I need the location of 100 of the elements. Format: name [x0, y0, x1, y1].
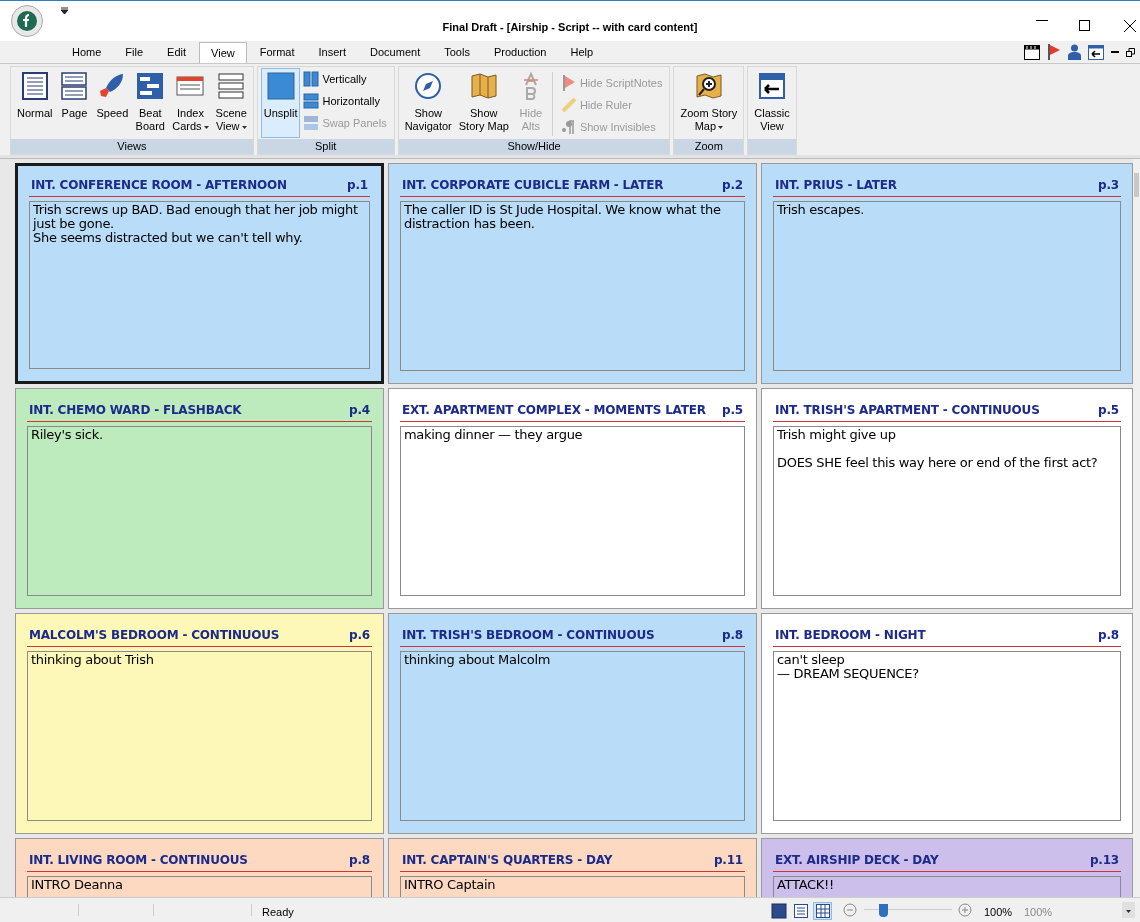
- grid-icon: [814, 903, 831, 919]
- menu-tab[interactable]: View: [199, 42, 247, 63]
- zoom-percent: 100%: [984, 905, 1013, 920]
- page-number: p.4: [349, 402, 370, 419]
- compass-icon: [413, 71, 444, 101]
- zoom-slider[interactable]: [864, 904, 952, 916]
- index-card[interactable]: INT. TRISH'S BEDROOM - CONTINUOUS p.8 thinking about Malcolm: [388, 613, 757, 834]
- index-card[interactable]: INT. CONFERENCE ROOM - AFTERNOON p.1 Trish screws up BAD. Bad enough that her job might just be gone. She seems distracted but we can't tell why.: [15, 163, 384, 384]
- flag-icon[interactable]: [1047, 44, 1061, 60]
- scene-heading: INT. LIVING ROOM - CONTINUOUS: [29, 852, 248, 869]
- card-text-field[interactable]: The caller ID is St Jude Hospital. We know what the distraction has been.: [400, 201, 745, 371]
- quick-access-dropdown-icon[interactable]: [61, 7, 68, 14]
- card-text-field[interactable]: thinking about Malcolm: [400, 651, 745, 821]
- ribbon-button[interactable]: Index Cards: [169, 68, 212, 138]
- index-card[interactable]: INT. BEDROOM - NIGHT p.8 can't sleep — DREAM SEQUENCE?: [761, 613, 1133, 834]
- restore-icon[interactable]: [1126, 47, 1135, 57]
- menu-tab[interactable]: Production: [481, 42, 559, 63]
- ribbon-button[interactable]: Scene View: [212, 68, 250, 138]
- ribbon-group-title: Zoom: [674, 139, 744, 154]
- page-number: p.6: [349, 627, 370, 644]
- page-number: p.11: [713, 852, 743, 869]
- menu-tab[interactable]: Tools: [432, 42, 482, 63]
- filled-square-icon: [770, 903, 787, 919]
- view-mode-button[interactable]: [791, 902, 810, 920]
- clapperboard-icon[interactable]: [1024, 44, 1040, 60]
- lines-page-icon: [792, 903, 809, 919]
- app-logo-icon[interactable]: [11, 5, 43, 37]
- view-mode-button[interactable]: [813, 902, 832, 920]
- menu-tab[interactable]: Help: [558, 42, 606, 63]
- card-text-field[interactable]: Trish screws up BAD. Bad enough that her job might just be gone. She seems distracted but we can't tell why.: [29, 201, 370, 369]
- ribbon-button[interactable]: Unsplit: [260, 68, 301, 138]
- page-number: p.13: [1089, 852, 1119, 869]
- scene-heading: EXT. AIRSHIP DECK - DAY: [775, 852, 939, 869]
- index-card[interactable]: INT. TRISH'S APARTMENT - CONTINUOUS p.5 Trish might give up DOES SHE feel this way here or end of the first act?: [761, 388, 1133, 609]
- ribbon-button[interactable]: Beat Board: [132, 68, 169, 138]
- scene-heading: INT. TRISH'S BEDROOM - CONTINUOUS: [402, 627, 655, 644]
- page-number: p.5: [1098, 402, 1119, 419]
- swap-panels-icon: [303, 115, 320, 131]
- ribbon-button[interactable]: Show Navigator: [401, 68, 455, 138]
- ribbon-button[interactable]: Classic View: [751, 68, 793, 138]
- card-text-field[interactable]: Trish escapes.: [773, 201, 1121, 371]
- menu-tab[interactable]: Insert: [306, 42, 359, 63]
- close-icon[interactable]: [1124, 20, 1136, 32]
- ribbon-button[interactable]: Zoom Story Map: [677, 68, 741, 138]
- slider-thumb[interactable]: [878, 904, 888, 917]
- zoom-percent-secondary: 100%: [1024, 905, 1053, 920]
- single-panel-icon: [265, 71, 296, 101]
- page-number: p.3: [1098, 177, 1119, 194]
- menu-tab[interactable]: Home: [60, 42, 114, 63]
- scene-heading: INT. CONFERENCE ROOM - AFTERNOON: [31, 177, 287, 194]
- ribbon-button[interactable]: Normal: [14, 68, 56, 138]
- menu-tab[interactable]: File: [113, 42, 156, 63]
- index-card[interactable]: INT. LIVING ROOM - CONTINUOUS p.8 INTRO Deanna: [15, 838, 384, 897]
- index-card[interactable]: MALCOLM'S BEDROOM - CONTINUOUS p.6 thinking about Trish: [15, 613, 384, 834]
- ribbon-small-button[interactable]: Vertically: [303, 70, 387, 88]
- ruler-icon: [560, 97, 577, 113]
- minimize-icon[interactable]: [1036, 20, 1048, 22]
- ribbon-group-title: Split: [257, 139, 394, 154]
- back-arrow-box-icon: [757, 71, 787, 101]
- view-mode-button[interactable]: [769, 902, 788, 920]
- scene-heading: MALCOLM'S BEDROOM - CONTINUOUS: [29, 627, 280, 644]
- window-title: Final Draft - [Airship - Script -- with card content]: [442, 20, 698, 35]
- menu-tab[interactable]: Edit: [155, 42, 199, 63]
- page-number: p.8: [349, 852, 370, 869]
- card-text-field[interactable]: Trish might give up DOES SHE feel this way here or end of the first act?: [773, 426, 1121, 596]
- scene-heading: INT. CHEMO WARD - FLASHBACK: [29, 402, 242, 419]
- beat-board-icon: [135, 71, 166, 101]
- dropdown-icon[interactable]: [1122, 902, 1135, 918]
- person-icon[interactable]: [1068, 44, 1081, 60]
- map-icon: [468, 71, 499, 101]
- flag-icon: [560, 75, 577, 91]
- scene-list-icon: [216, 71, 247, 101]
- card-text-field[interactable]: can't sleep — DREAM SEQUENCE?: [773, 651, 1121, 821]
- ribbon-button[interactable]: Page: [56, 68, 93, 138]
- document-lines-icon: [19, 71, 50, 101]
- scene-heading: INT. CAPTAIN'S QUARTERS - DAY: [402, 852, 613, 869]
- scene-heading: INT. PRIUS - LATER: [775, 177, 897, 194]
- ribbon-button[interactable]: Speed: [93, 68, 132, 138]
- ribbon-button[interactable]: Show Story Map: [455, 68, 512, 138]
- index-card[interactable]: INT. PRIUS - LATER p.3 Trish escapes.: [761, 163, 1133, 384]
- ribbon-group-title: Show/Hide: [398, 139, 670, 154]
- maximize-icon[interactable]: [1079, 20, 1090, 31]
- menu-tab[interactable]: Format: [247, 42, 307, 63]
- ribbon-small-button[interactable]: Horizontally: [303, 92, 387, 110]
- scene-heading: INT. CORPORATE CUBICLE FARM - LATER: [402, 177, 664, 194]
- index-card[interactable]: EXT. APARTMENT COMPLEX - MOMENTS LATER p.5 making dinner — they argue: [388, 388, 757, 609]
- index-card[interactable]: INT. CORPORATE CUBICLE FARM - LATER p.2 The caller ID is St Jude Hospital. We know what the distraction has been.: [388, 163, 757, 384]
- status-message: Ready: [262, 905, 294, 920]
- menu-tab[interactable]: Document: [358, 42, 433, 63]
- page-number: p.8: [722, 627, 743, 644]
- card-text-field[interactable]: Riley's sick.: [27, 426, 372, 596]
- index-card[interactable]: INT. CAPTAIN'S QUARTERS - DAY p.11 INTRO Captain: [388, 838, 757, 897]
- card-text-field[interactable]: thinking about Trish: [27, 651, 372, 821]
- horizontal-panels-icon: [303, 93, 320, 109]
- index-card[interactable]: EXT. AIRSHIP DECK - DAY p.13 ATTACK!!: [761, 838, 1133, 897]
- scene-heading: EXT. APARTMENT COMPLEX - MOMENTS LATER: [402, 402, 706, 419]
- index-card[interactable]: INT. CHEMO WARD - FLASHBACK p.4 Riley's sick.: [15, 388, 384, 609]
- page-number: p.8: [1098, 627, 1119, 644]
- back-arrow-box-icon[interactable]: [1088, 44, 1104, 60]
- card-text-field[interactable]: making dinner — they argue: [400, 426, 745, 596]
